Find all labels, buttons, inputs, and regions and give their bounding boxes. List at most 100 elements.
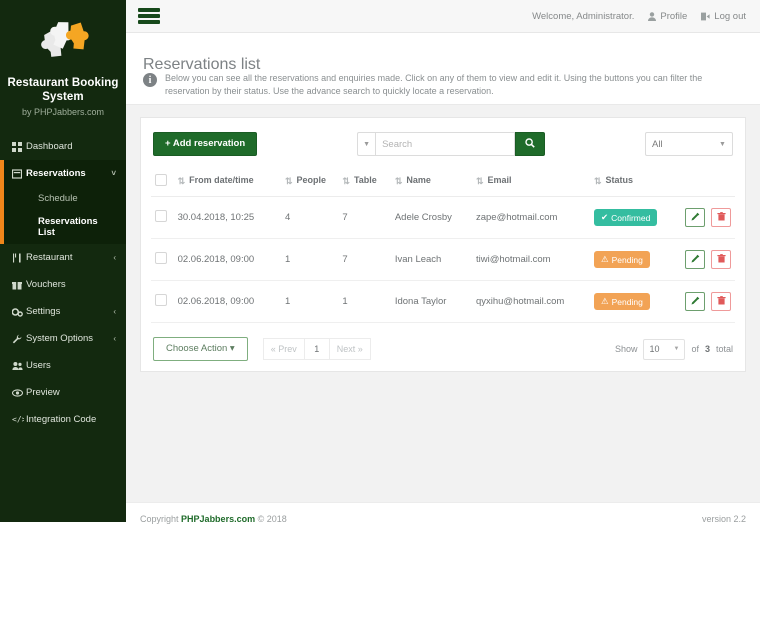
brand-subtitle: by PHPJabbers.com xyxy=(21,107,105,117)
sidebar-item-dashboard[interactable]: Dashboard xyxy=(0,133,126,160)
sidebar-item-label: Dashboard xyxy=(26,141,73,152)
column-name[interactable]: ⇅ Name xyxy=(390,170,472,197)
footer-brand-link[interactable]: PHPJabbers.com xyxy=(181,514,255,524)
cell-email: qyxihu@hotmail.com xyxy=(471,280,590,323)
sidebar-item-reservations[interactable]: Reservations ˅ xyxy=(0,160,126,187)
column-email[interactable]: ⇅ Email xyxy=(471,170,590,197)
table-body: 30.04.2018, 10:25 4 7 Adele Crosby zape@… xyxy=(151,196,735,323)
row-checkbox[interactable] xyxy=(155,294,167,306)
add-reservation-button[interactable]: + Add reservation xyxy=(153,132,258,156)
delete-button[interactable] xyxy=(711,292,731,311)
search-input[interactable] xyxy=(375,132,516,156)
edit-button[interactable] xyxy=(685,250,706,269)
sidebar-item-users[interactable]: Users xyxy=(0,352,126,379)
sidebar-item-label: Preview xyxy=(26,387,60,398)
logout-link[interactable]: Log out xyxy=(701,11,746,22)
status-filter-value: All xyxy=(651,138,663,150)
sidebar-item-system-options[interactable]: System Options ‹ xyxy=(0,325,126,352)
sidebar-item-schedule[interactable]: Schedule xyxy=(0,187,126,210)
svg-text:</>: </> xyxy=(12,415,24,424)
hamburger-icon[interactable] xyxy=(138,8,160,24)
sidebar-item-reservations-list[interactable]: Reservations List xyxy=(0,210,126,244)
table-row[interactable]: 02.06.2018, 09:00 1 7 Ivan Leach tiwi@ho… xyxy=(151,238,735,281)
column-label: Status xyxy=(605,175,634,185)
table-row[interactable]: 30.04.2018, 10:25 4 7 Adele Crosby zape@… xyxy=(151,196,735,239)
sidebar-item-preview[interactable]: Preview xyxy=(0,379,126,406)
column-people[interactable]: ⇅ People xyxy=(281,170,339,197)
header-actions: Welcome, Administrator. Profile Log out xyxy=(532,11,746,22)
next-page-button[interactable]: Next » xyxy=(328,338,371,360)
current-page[interactable]: 1 xyxy=(303,338,330,360)
edit-button[interactable] xyxy=(685,208,706,227)
table-row[interactable]: 02.06.2018, 09:00 1 1 Idona Taylor qyxih… xyxy=(151,280,735,323)
column-label: Name xyxy=(406,175,431,185)
sign-out-icon xyxy=(701,12,710,21)
cell-status: ⚠ Pending xyxy=(590,238,678,281)
cell-name: Adele Crosby xyxy=(390,196,472,239)
choose-action-button[interactable]: Choose Action ▾ xyxy=(153,337,248,361)
prev-page-button[interactable]: « Prev xyxy=(262,338,305,360)
profile-link[interactable]: Profile xyxy=(648,11,687,22)
page-size-select[interactable]: 10 ▼ xyxy=(643,338,686,360)
chevron-left-icon: ‹ xyxy=(113,334,116,343)
column-table[interactable]: ⇅ Table xyxy=(338,170,391,197)
search-icon xyxy=(525,135,535,153)
row-select-cell xyxy=(151,196,174,239)
chevron-down-icon: ˅ xyxy=(111,169,116,178)
welcome-text: Welcome, Administrator. xyxy=(532,10,635,22)
search-button[interactable] xyxy=(515,132,546,156)
row-checkbox[interactable] xyxy=(155,210,167,222)
calendar-icon xyxy=(12,168,26,179)
row-checkbox[interactable] xyxy=(155,252,167,264)
content-area: + Add reservation ▼ All ▼ xyxy=(126,105,760,502)
page-size-value: 10 xyxy=(649,344,660,354)
total-suffix: total xyxy=(715,344,733,354)
delete-button[interactable] xyxy=(711,250,731,269)
search-options-caret-down-icon[interactable]: ▼ xyxy=(357,132,376,156)
total-prefix: of xyxy=(691,344,699,354)
sidebar-item-label: Reservations xyxy=(26,168,86,179)
cell-datetime: 02.06.2018, 09:00 xyxy=(173,280,281,323)
status-label: Confirmed xyxy=(611,212,651,223)
pagination: « Prev 1 Next » xyxy=(262,338,371,360)
cell-status: ⚠ Pending xyxy=(590,280,678,323)
chevron-left-icon: ‹ xyxy=(113,307,116,316)
sort-icon: ⇅ xyxy=(285,176,293,186)
cutlery-icon xyxy=(12,253,26,263)
sidebar-item-label: Users xyxy=(26,360,51,371)
select-all-checkbox[interactable] xyxy=(155,174,167,186)
show-label: Show xyxy=(614,344,638,354)
edit-button[interactable] xyxy=(685,292,706,311)
sidebar-group-reservations: Reservations ˅ Schedule Reservations Lis… xyxy=(0,160,126,244)
delete-button[interactable] xyxy=(711,208,731,227)
pencil-icon xyxy=(691,254,700,266)
page-size-group: Show 10 ▼ of 3 total xyxy=(614,338,733,360)
sidebar: Restaurant Booking System by PHPJabbers.… xyxy=(0,0,126,522)
sidebar-nav: Dashboard Reservations ˅ Schedule Reserv… xyxy=(0,133,126,433)
sidebar-item-label: Settings xyxy=(26,306,61,317)
sidebar-item-restaurant[interactable]: Restaurant ‹ xyxy=(0,244,126,271)
status-badge: ⚠ Pending xyxy=(594,251,650,268)
top-header: Welcome, Administrator. Profile Log out xyxy=(126,0,760,33)
caret-down-icon: ▼ xyxy=(673,346,680,352)
status-label: Pending xyxy=(611,254,643,265)
status-filter-select[interactable]: All ▼ xyxy=(644,132,733,156)
column-status[interactable]: ⇅ Status xyxy=(590,170,678,197)
sidebar-brand: Restaurant Booking System by PHPJabbers.… xyxy=(0,0,126,129)
row-select-cell xyxy=(151,280,174,323)
column-label: Email xyxy=(487,175,512,185)
users-icon xyxy=(12,361,26,371)
cell-actions xyxy=(677,280,735,323)
puzzle-pieces-icon xyxy=(6,14,120,70)
status-label: Pending xyxy=(611,296,643,307)
sort-icon: ⇅ xyxy=(342,176,350,186)
sidebar-item-settings[interactable]: Settings ‹ xyxy=(0,298,126,325)
sidebar-item-label: System Options xyxy=(26,333,94,344)
sidebar-item-integration-code[interactable]: </> Integration Code xyxy=(0,406,126,433)
list-toolbar: + Add reservation ▼ All ▼ xyxy=(153,132,733,156)
column-from-datetime[interactable]: ⇅ From date/time xyxy=(173,170,281,197)
reservations-table: ⇅ From date/time ⇅ People ⇅ Table ⇅ Name ⇅ Em xyxy=(151,170,735,323)
trash-icon xyxy=(716,253,726,266)
sidebar-item-vouchers[interactable]: Vouchers xyxy=(0,271,126,298)
copyright-suffix: © 2018 xyxy=(257,513,287,524)
